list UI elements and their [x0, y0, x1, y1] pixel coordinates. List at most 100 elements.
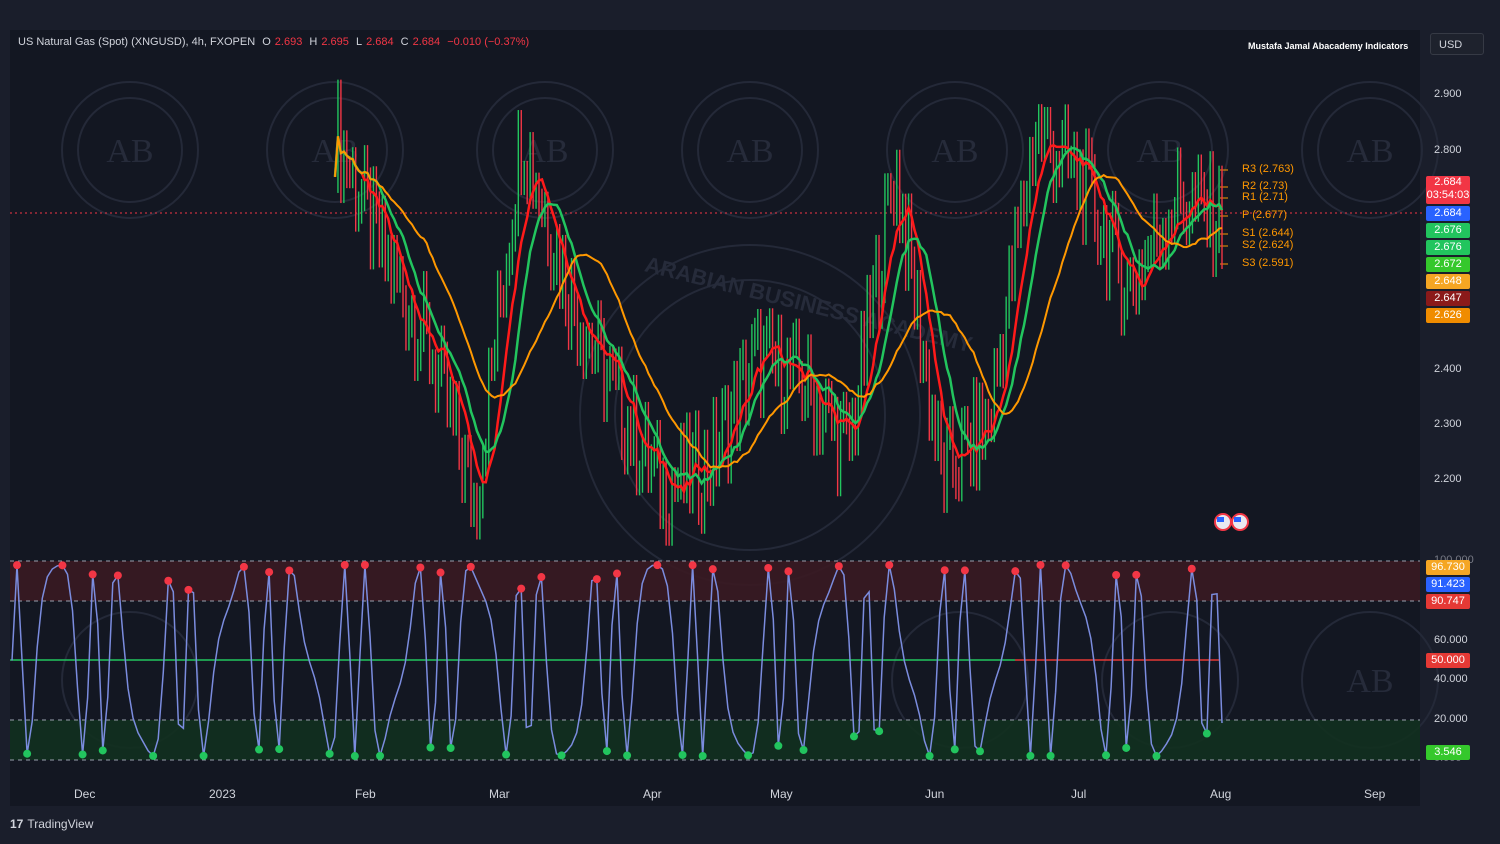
overbought-dot — [960, 566, 969, 575]
oversold-dot — [149, 751, 158, 760]
high-value: 2.695 — [321, 36, 349, 48]
oversold-dot — [1046, 751, 1055, 760]
price-badge: 2.676 — [1426, 240, 1470, 255]
oversold-dot — [1122, 743, 1131, 752]
oversold-dot — [325, 749, 334, 758]
time-label: Apr — [643, 787, 662, 801]
oversold-dot — [98, 746, 107, 755]
overbought-dot — [416, 563, 425, 572]
price-tick: 2.400 — [1434, 363, 1462, 375]
pivot-s2-label: S2 (2.624) — [1242, 239, 1294, 251]
price-badge: 2.648 — [1426, 274, 1470, 289]
price-series — [333, 79, 1224, 546]
pivot-s1-label: S1 (2.644) — [1242, 227, 1294, 239]
oversold-dot — [1202, 729, 1211, 738]
currency-button[interactable]: USD — [1430, 33, 1484, 55]
oversold-dot — [255, 745, 264, 754]
last-price-value: 2.684 — [1434, 176, 1462, 188]
oversold-dot — [744, 751, 753, 760]
time-label: Mar — [489, 787, 510, 801]
tradingview-logo-icon: 17 — [10, 817, 24, 831]
overbought-dot — [360, 560, 369, 569]
overbought-dot — [653, 561, 662, 570]
oversold-dot — [678, 750, 687, 759]
tradingview-wordmark: TradingView — [27, 817, 94, 831]
oversold-dot — [275, 745, 284, 754]
close-value: 2.684 — [412, 36, 441, 48]
high-label: H — [309, 36, 318, 48]
overbought-dot — [1036, 560, 1045, 569]
low-label: L — [355, 36, 363, 48]
oversold-dot — [849, 732, 858, 741]
overbought-dot — [784, 567, 793, 576]
osc-badge: 90.747 — [1426, 594, 1470, 609]
price-badge: 2.626 — [1426, 308, 1470, 323]
osc-badge: 91.423 — [1426, 577, 1470, 592]
overbought-dot — [708, 565, 717, 574]
indicator-title[interactable]: Mustafa Jamal Abacademy Indicators — [1248, 41, 1408, 51]
oversold-dot — [557, 751, 566, 760]
oversold-dot — [199, 751, 208, 760]
overbought-dot — [885, 561, 894, 570]
price-tick: 2.300 — [1434, 418, 1462, 430]
oversold-dot — [976, 747, 984, 756]
price-badge: 2.676 — [1426, 223, 1470, 238]
oversold-dot — [446, 744, 455, 753]
overbought-dot — [688, 561, 697, 570]
tradingview-logo[interactable]: 17 TradingView — [10, 817, 93, 831]
overbought-dot — [1187, 564, 1196, 573]
price-tick: 2.200 — [1434, 473, 1462, 485]
overbought-dot — [58, 561, 67, 570]
osc-badge: 96.730 — [1426, 560, 1470, 575]
overbought-dot — [1011, 567, 1020, 576]
time-label: May — [770, 787, 793, 801]
watermark-title: ARABIAN BUSINESS ACADEMY — [642, 252, 975, 358]
oversold-dot — [23, 749, 32, 758]
overbought-dot — [764, 563, 773, 572]
overbought-dot — [834, 562, 843, 571]
oversold-dot — [350, 752, 359, 761]
symbol-name[interactable]: US Natural Gas (Spot) (XNGUSD), 4h, FXOP… — [18, 36, 255, 48]
overbought-dot — [13, 561, 22, 570]
oversold-dot — [623, 751, 632, 760]
time-label: Jul — [1071, 787, 1087, 801]
oversold-dot — [925, 751, 934, 760]
pivot-s3-label: S3 (2.591) — [1242, 257, 1294, 269]
watermark-initials-5: AB — [931, 133, 978, 170]
oversold-dot — [774, 741, 783, 750]
watermark-initials-3: AB — [521, 133, 568, 170]
oversold-dot — [426, 743, 435, 752]
time-label: Aug — [1210, 787, 1232, 801]
time-label: Jun — [925, 787, 945, 801]
change-value: −0.010 (−0.37%) — [447, 36, 530, 48]
time-label: Feb — [355, 787, 376, 801]
overbought-dot — [436, 568, 445, 577]
oversold-dot — [698, 751, 707, 760]
osc-badge: 3.546 — [1426, 745, 1470, 760]
price-tick: 2.900 — [1434, 88, 1462, 100]
chart-canvas[interactable]: AB AB AB AB AB AB AB AB ARABIAN BUSINESS… — [0, 0, 1500, 844]
time-label: 2023 — [209, 787, 236, 801]
open-value: 2.693 — [274, 36, 303, 48]
watermark-initials-8: AB — [1346, 663, 1393, 700]
overbought-dot — [1132, 570, 1141, 579]
overbought-dot — [88, 570, 97, 579]
symbol-legend[interactable]: US Natural Gas (Spot) (XNGUSD), 4h, FXOP… — [18, 36, 533, 48]
oversold-dot — [376, 751, 385, 760]
time-label: Sep — [1364, 787, 1386, 801]
oversold-dot — [502, 750, 511, 759]
time-label: Dec — [74, 787, 96, 801]
osc-tick: 60.000 — [1434, 634, 1468, 646]
price-badge: 2.647 — [1426, 291, 1470, 306]
oversold-dot — [78, 750, 87, 759]
open-label: O — [262, 36, 271, 48]
oversold-dot — [950, 745, 959, 754]
watermark-initials-4: AB — [726, 133, 773, 170]
overbought-dot — [164, 576, 173, 585]
watermark-initials-1: AB — [106, 133, 153, 170]
oversold-dot — [799, 746, 808, 755]
overbought-dot — [285, 566, 294, 575]
event-flag-icons[interactable] — [1214, 513, 1249, 531]
overbought-dot — [517, 584, 526, 593]
close-label: C — [400, 36, 409, 48]
